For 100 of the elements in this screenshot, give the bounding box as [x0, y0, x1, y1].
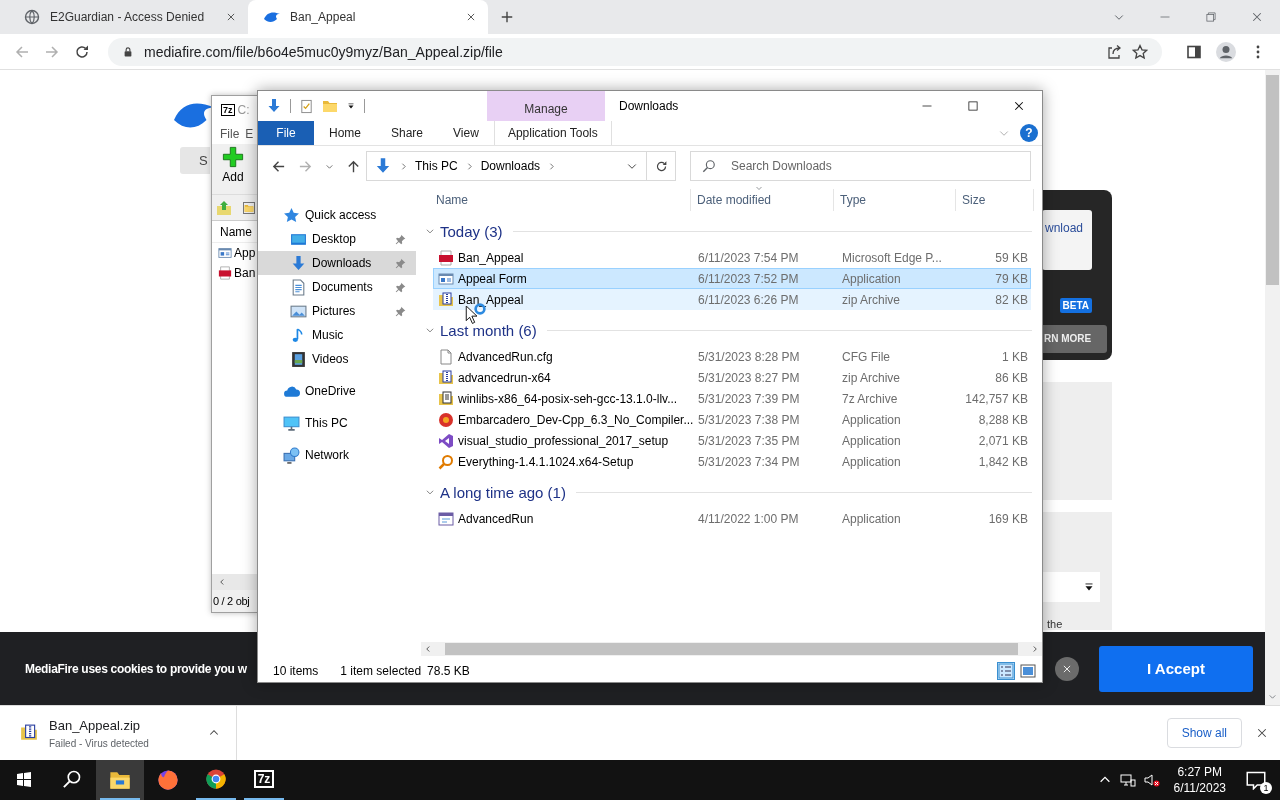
- browser-tab[interactable]: E2Guardian - Access Denied: [8, 0, 248, 34]
- folder-icon[interactable]: [243, 201, 255, 214]
- file-size: 1 KB: [1001, 349, 1028, 364]
- network-icon[interactable]: [1119, 772, 1136, 788]
- speaker-muted-icon[interactable]: [1143, 772, 1160, 788]
- up-arrow-icon[interactable]: [346, 158, 361, 174]
- show-all-button[interactable]: Show all: [1166, 718, 1242, 748]
- group-header[interactable]: Today (3): [440, 222, 503, 240]
- menu-item[interactable]: E: [245, 127, 254, 141]
- menu-item[interactable]: File: [220, 127, 240, 141]
- scroll-thumb[interactable]: [445, 643, 1018, 655]
- scroll-thumb[interactable]: [1266, 75, 1279, 285]
- active-taskbar-button[interactable]: [96, 760, 144, 800]
- bookmark-star-icon[interactable]: [1132, 43, 1148, 60]
- share-icon[interactable]: [1106, 43, 1122, 60]
- address-bar[interactable]: mediafire.com/file/b6o4e5muc0y9myz/Ban_Appeal.zip/file: [108, 37, 1162, 66]
- browser-tab[interactable]: Ban_Appeal: [248, 0, 488, 34]
- maximize-icon[interactable]: [967, 100, 979, 112]
- file-name[interactable]: App: [234, 246, 256, 260]
- column-header[interactable]: Name: [421, 189, 691, 211]
- refresh-button[interactable]: [647, 151, 676, 181]
- chevron-down-icon[interactable]: [425, 325, 435, 335]
- details-view-icon[interactable]: [998, 662, 1014, 679]
- side-panel-icon[interactable]: [1186, 43, 1202, 60]
- group-header[interactable]: A long time ago (1): [440, 483, 566, 501]
- file-name: winlibs-x86_64-posix-seh-gcc-13.1.0-llv...: [458, 391, 679, 406]
- status-text: 0 / 2 obj: [212, 590, 258, 612]
- search-field[interactable]: Search Downloads: [690, 151, 1031, 181]
- app-logo[interactable]: 7z: [253, 770, 275, 788]
- breadcrumb-item[interactable]: This PC: [415, 159, 458, 173]
- browser-icon[interactable]: [157, 769, 179, 791]
- new-tab-icon[interactable]: [500, 10, 514, 24]
- file-row[interactable]: Embarcadero_Dev-Cpp_6.3_No_Compiler... 5/31/2023 7:38 PM Application 8,288 KB: [433, 409, 1031, 430]
- file-row[interactable]: winlibs-x86_64-posix-seh-gcc-13.1.0-llv... 5/31/2023 7:39 PM 7z Archive 142,757 KB: [433, 388, 1031, 409]
- side-button[interactable]: S: [180, 147, 210, 174]
- close-icon[interactable]: [1256, 727, 1268, 739]
- cookie-message: MediaFire uses cookies to provide you w: [25, 661, 247, 676]
- nav-item[interactable]: Music: [258, 323, 416, 347]
- profile-icon[interactable]: [1216, 41, 1236, 62]
- file-menu-button[interactable]: File: [258, 121, 314, 145]
- page-scrollbar[interactable]: [1265, 70, 1280, 705]
- nav-item[interactable]: Downloads: [258, 251, 416, 275]
- file-row[interactable]: advancedrun-x64 5/31/2023 8:27 PM zip Archive 86 KB: [433, 367, 1031, 388]
- notification-icon[interactable]: [1246, 770, 1266, 790]
- file-row[interactable]: Ban_Appeal 6/11/2023 6:26 PM zip Archive 82 KB: [433, 289, 1031, 310]
- file-name: Ban_Appeal: [458, 250, 525, 265]
- close-button[interactable]: [1055, 656, 1079, 681]
- close-icon[interactable]: [466, 12, 476, 22]
- program-logo-icon: [438, 432, 454, 449]
- pdf-file-icon: [218, 266, 232, 280]
- nav-item[interactable]: This PC: [258, 411, 416, 435]
- help-button[interactable]: ?: [1020, 124, 1038, 142]
- reload-icon[interactable]: [74, 43, 90, 60]
- file-row[interactable]: AdvancedRun.cfg 5/31/2023 8:28 PM CFG File 1 KB: [433, 346, 1031, 367]
- add-button[interactable]: Add: [222, 144, 244, 194]
- dropdown-icon[interactable]: [346, 101, 356, 111]
- ribbon-tab[interactable]: Application Tools: [493, 121, 612, 145]
- file-row[interactable]: Everything-1.4.1.1024.x64-Setup 5/31/2023 7:34 PM Application 1,842 KB: [433, 451, 1031, 472]
- accept-button[interactable]: I Accept: [1099, 645, 1253, 692]
- restore-icon[interactable]: [1205, 11, 1217, 23]
- circle-logo-icon[interactable]: [205, 768, 227, 790]
- date-modified: 6/11/2023 7:52 PM: [698, 271, 800, 286]
- group-header[interactable]: Last month (6): [440, 321, 537, 339]
- nav-item[interactable]: Quick access: [258, 203, 416, 227]
- nav-item[interactable]: OneDrive: [258, 379, 416, 403]
- column-header[interactable]: Type: [834, 189, 956, 211]
- file-row[interactable]: visual_studio_professional_2017_setup 5/31/2023 7:35 PM Application 2,071 KB: [433, 430, 1031, 451]
- file-row[interactable]: AdvancedRun 4/11/2022 1:00 PM Application 169 KB: [433, 508, 1031, 529]
- download-link[interactable]: wnload: [1045, 221, 1084, 235]
- file-type: Application: [842, 454, 902, 469]
- tiles-view-icon[interactable]: [1020, 662, 1036, 679]
- nav-item[interactable]: Network: [258, 443, 416, 467]
- column-header[interactable]: Size: [956, 189, 1034, 211]
- clock[interactable]: 6:27 PM 6/11/2023: [1167, 764, 1232, 796]
- down-arrow-icon[interactable]: [266, 98, 282, 114]
- file-name[interactable]: Ban: [234, 266, 256, 280]
- date-modified: 5/31/2023 7:35 PM: [698, 433, 801, 448]
- up-folder-icon[interactable]: [216, 199, 232, 216]
- checklist-icon[interactable]: [299, 98, 314, 114]
- file-row[interactable]: Appeal Form 6/11/2023 7:52 PM Application 79 KB: [433, 268, 1031, 289]
- program-window-icon: [438, 510, 454, 527]
- chevron-down-icon[interactable]: [425, 487, 435, 497]
- chevron-down-icon[interactable]: [425, 226, 435, 236]
- ribbon-tab[interactable]: Home: [314, 121, 376, 145]
- address-field[interactable]: This PC Downloads: [366, 151, 647, 181]
- nav-item[interactable]: Desktop: [258, 227, 416, 251]
- horizontal-scrollbar[interactable]: [421, 642, 1042, 656]
- nav-item[interactable]: Videos: [258, 347, 416, 371]
- file-size: 86 KB: [994, 370, 1028, 385]
- nav-item[interactable]: Pictures: [258, 299, 416, 323]
- close-icon[interactable]: [1013, 100, 1025, 112]
- learn-more-button[interactable]: RN MORE: [1043, 325, 1107, 353]
- file-row[interactable]: Ban_Appeal 6/11/2023 7:54 PM Microsoft Edge P... 59 KB: [433, 247, 1031, 268]
- ribbon-tab[interactable]: View: [438, 121, 494, 145]
- date-modified: 6/11/2023 7:54 PM: [698, 250, 800, 265]
- nav-item[interactable]: Documents: [258, 275, 416, 299]
- horizontal-scrollbar[interactable]: [212, 574, 258, 590]
- breadcrumb-item[interactable]: Downloads: [480, 159, 541, 173]
- ribbon-tab[interactable]: Share: [376, 121, 439, 145]
- column-header[interactable]: Date modified: [691, 189, 834, 211]
